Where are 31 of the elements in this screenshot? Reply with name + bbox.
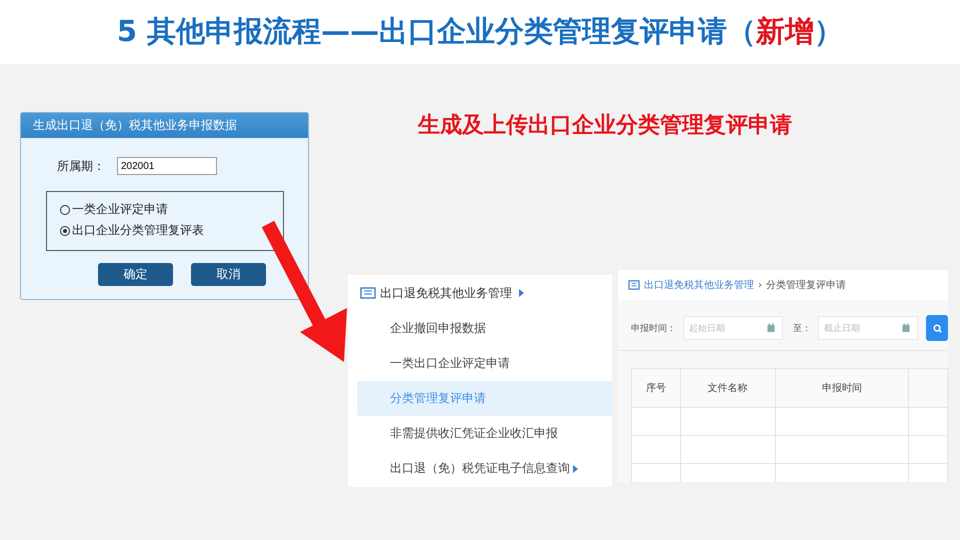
sidebar-item[interactable]: 出口退（免）税凭证电子信息查询 xyxy=(348,451,612,486)
dialog-button[interactable]: 确定 xyxy=(98,263,173,286)
filter-label: 申报时间： xyxy=(631,322,676,334)
menu-icon xyxy=(628,280,640,290)
search-icon xyxy=(932,324,942,332)
filter-label: 至： xyxy=(793,322,811,334)
date-field[interactable]: 起始日期 xyxy=(683,316,783,340)
radio-option[interactable]: 出口企业分类管理复评表 xyxy=(60,222,204,239)
subtitle: 生成及上传出口企业分类管理复评申请 xyxy=(418,112,792,140)
slide-title: 5 其他申报流程——出口企业分类管理复评申请（新增） xyxy=(116,13,844,50)
breadcrumb-separator: › xyxy=(758,280,762,290)
sidebar-header[interactable]: 出口退免税其他业务管理 xyxy=(380,284,512,302)
search-button[interactable] xyxy=(926,315,948,341)
dialog-button[interactable]: 取消 xyxy=(191,263,266,286)
caret-icon xyxy=(519,289,524,297)
radio-option[interactable]: 一类企业评定申请 xyxy=(60,201,168,218)
sidebar-item[interactable]: 一类出口企业评定申请 xyxy=(348,346,612,381)
sidebar-item[interactable]: 非需提供收汇凭证企业收汇申报 xyxy=(348,416,612,451)
period-label: 所属期： xyxy=(57,158,105,174)
column-header: 文件名称 xyxy=(680,368,776,408)
breadcrumb-link[interactable]: 出口退免税其他业务管理 xyxy=(644,278,754,292)
breadcrumb-current: 分类管理复评申请 xyxy=(766,278,846,292)
dialog-title: 生成出口退（免）税其他业务申报数据 xyxy=(21,113,308,138)
sidebar-item[interactable]: 企业撤回申报数据 xyxy=(348,311,612,346)
calendar-icon xyxy=(902,323,910,332)
menu-icon xyxy=(360,287,376,299)
period-field[interactable]: 202001 xyxy=(117,157,217,175)
column-header: 序号 xyxy=(632,368,680,408)
date-field[interactable]: 截止日期 xyxy=(818,316,918,340)
calendar-icon xyxy=(767,323,775,332)
column-header: 申报时间 xyxy=(775,368,908,408)
